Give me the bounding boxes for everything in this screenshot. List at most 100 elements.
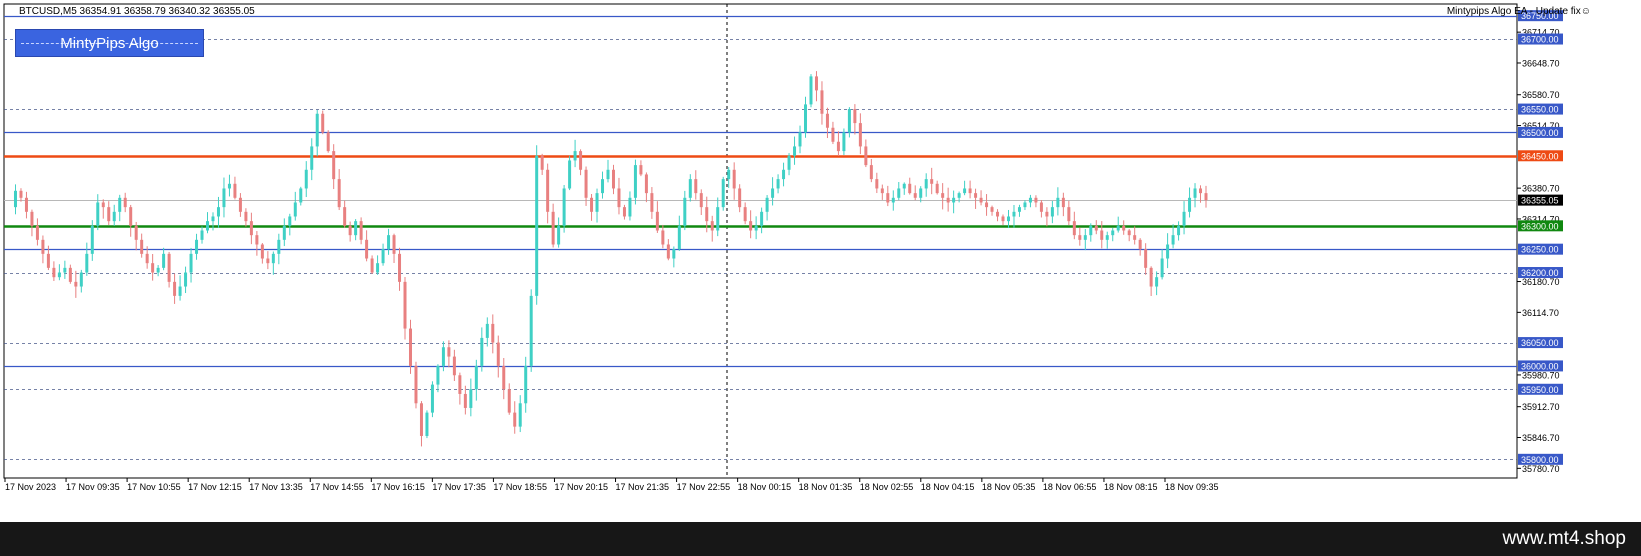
candle-body (41, 239, 45, 254)
candle-body (343, 207, 347, 226)
candle-body (562, 188, 566, 226)
candle-body (354, 221, 358, 236)
level-price-label: 36500.00 (1521, 128, 1559, 138)
candle-body (1149, 267, 1153, 287)
y-tick-label: 35846.70 (1522, 433, 1560, 443)
candle-body (1182, 211, 1186, 226)
current-price-label: 36355.05 (1521, 196, 1559, 206)
candle-body (57, 272, 61, 278)
candle-body (842, 132, 846, 152)
time-axis: 17 Nov 2023 17 Nov 09:35 17 Nov 10:55 17 No… (4, 478, 1219, 492)
chart-area[interactable]: 36714.70 36648.70 36580.70 36514.70 36380.70… (0, 0, 1641, 522)
candle-body (655, 211, 659, 231)
ea-button-label: MintyPips Algo (60, 34, 159, 52)
candle-body (19, 190, 23, 198)
candle-body (1056, 197, 1060, 208)
candle-body (666, 244, 670, 259)
candle-body (96, 202, 100, 226)
y-tick-label: 36580.70 (1522, 90, 1560, 100)
candle-body (765, 197, 769, 212)
candle-body (288, 216, 292, 226)
candle-body (760, 211, 764, 226)
candle-body (1144, 249, 1148, 268)
candle-body (112, 211, 116, 222)
candle-body (332, 151, 336, 180)
candle-body (436, 365, 440, 385)
candle-body (101, 202, 105, 208)
candle-body (1034, 197, 1038, 203)
candle-body (869, 165, 873, 180)
candle-body (1089, 225, 1093, 236)
candle-body (908, 183, 912, 194)
x-tick-label: 18 Nov 08:15 (1104, 482, 1158, 492)
candle-body (145, 253, 149, 264)
candle-body (831, 127, 835, 142)
candle-body (310, 146, 314, 170)
candle-body (1127, 230, 1131, 236)
candle-body (162, 253, 166, 268)
candle-body (721, 179, 725, 208)
x-tick-label: 17 Nov 16:15 (371, 482, 425, 492)
candle-body (853, 109, 857, 124)
level-price-label: 36450.00 (1521, 151, 1559, 161)
candle-body (485, 323, 489, 338)
candle-body (35, 225, 39, 240)
candle-body (277, 239, 281, 254)
candle-body (1006, 216, 1010, 222)
x-tick-label: 17 Nov 10:55 (127, 482, 181, 492)
candle-body (321, 113, 325, 133)
candle-body (1083, 235, 1087, 240)
candle-body (897, 188, 901, 198)
x-tick-label: 17 Nov 21:35 (616, 482, 670, 492)
x-tick-label: 18 Nov 00:15 (738, 482, 792, 492)
level-price-label: 36700.00 (1521, 35, 1559, 45)
candle-body (107, 207, 111, 222)
candle-body (584, 169, 588, 198)
candle-body (1193, 188, 1197, 198)
candles (13, 71, 1208, 447)
candle-body (946, 197, 950, 203)
candle-body (524, 365, 528, 404)
candle-body (1122, 225, 1126, 231)
candle-body (639, 165, 643, 175)
candle-body (985, 202, 989, 208)
candle-body (266, 258, 270, 264)
candle-body (222, 188, 226, 208)
candle-body (85, 253, 89, 273)
x-tick-label: 18 Nov 01:35 (799, 482, 853, 492)
y-tick-label: 35780.70 (1522, 464, 1560, 474)
candle-body (622, 207, 626, 217)
candle-body (1199, 188, 1203, 194)
candle-body (326, 132, 330, 152)
candle-body (776, 179, 780, 189)
candle-body (809, 76, 813, 105)
candle-body (891, 197, 895, 203)
y-tick-label: 36180.70 (1522, 277, 1560, 287)
candle-body (441, 347, 445, 366)
candle-body (858, 123, 862, 147)
candle-body (474, 365, 478, 390)
candle-body (414, 365, 418, 404)
candle-body (590, 197, 594, 212)
candle-body (732, 169, 736, 189)
candle-body (491, 323, 495, 343)
price-chart[interactable]: 36714.7036648.7036580.7036514.7036380.70… (0, 0, 1641, 522)
x-tick-label: 17 Nov 2023 (5, 482, 56, 492)
candle-body (1017, 207, 1021, 212)
candle-body (1160, 258, 1164, 278)
level-price-label: 35950.00 (1521, 385, 1559, 395)
candle-body (743, 207, 747, 222)
candle-body (195, 239, 199, 254)
x-tick-label: 18 Nov 09:35 (1165, 482, 1219, 492)
price-axis: 36714.7036648.7036580.7036514.7036380.70… (1517, 10, 1563, 474)
candle-body (551, 211, 555, 245)
ea-button[interactable]: MintyPips Algo (15, 29, 204, 57)
candle-body (392, 235, 396, 254)
candle-body (184, 272, 188, 287)
candle-body (507, 389, 511, 413)
candle-body (529, 295, 533, 366)
candle-body (419, 403, 423, 436)
y-tick-label: 35980.70 (1522, 370, 1560, 380)
candle-body (1001, 216, 1005, 222)
candle-body (1067, 207, 1071, 222)
